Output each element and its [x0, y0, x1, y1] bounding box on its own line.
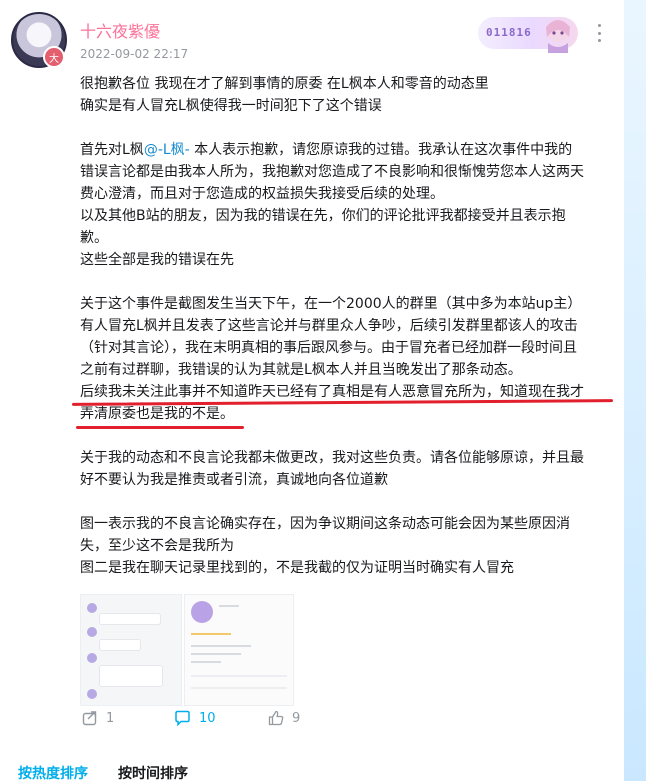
fan-badge[interactable]: 011816 — [478, 17, 578, 53]
content-line: 图二是我在聊天记录里找到的，不是我截的仅为证明当时确实有人冒充 — [80, 560, 514, 576]
fan-badge-character-icon — [546, 20, 570, 53]
share-count: 1 — [106, 710, 115, 726]
mention-suffix: 本人表示抱歉，请您原谅我的过错。我承认在这次事件中我的 — [189, 142, 573, 158]
like-icon — [268, 710, 284, 726]
content-line: 关于这个事件是截图发生当天下午，在一个2000人的群里（其中多为本站up主） — [80, 296, 582, 312]
content-line: 歉。 — [80, 230, 108, 246]
like-button[interactable]: 9 — [268, 710, 300, 726]
mention-link[interactable]: @-L枫- — [144, 142, 190, 158]
timestamp[interactable]: 2022-09-02 22:17 — [80, 47, 188, 61]
more-icon[interactable] — [592, 24, 606, 42]
post-image-2[interactable] — [184, 594, 294, 706]
content-line: 失，至少这不会是我所为 — [80, 538, 234, 554]
post-image-1[interactable] — [80, 594, 182, 706]
content-line: 好不要认为我是推责或者引流，真诚地向各位道歉 — [80, 472, 388, 488]
tab-sort-hot[interactable]: 按热度排序 — [18, 763, 88, 783]
like-count: 9 — [292, 710, 301, 726]
fan-badge-number: 011816 — [486, 26, 532, 39]
post-content: 很抱歉各位 我现在才了解到事情的原委 在L枫本人和零音的动态里 确实是有人冒充L… — [80, 73, 618, 579]
content-line: 有人冒充L枫并且发表了这些言论并与群里众人争吵，后续引发群里都该人的攻击 — [80, 318, 578, 334]
comment-button[interactable]: 10 — [174, 710, 216, 726]
username[interactable]: 十六夜紫優 — [80, 18, 160, 42]
content-line: 之前有过群聊，我错误的认为其就是L枫本人并且当晚发出了那条动态。 — [80, 362, 522, 378]
comment-count: 10 — [199, 710, 216, 726]
content-line: 弄清原委也是我的不是。 — [80, 406, 234, 422]
content-line: 很抱歉各位 我现在才了解到事情的原委 在L枫本人和零音的动态里 — [80, 76, 489, 92]
content-line: 确实是有人冒充L枫使得我一时间犯下了这个错误 — [80, 98, 382, 114]
avatar-badge: 大 — [43, 46, 65, 68]
highlight-underline — [76, 426, 244, 429]
page-side-background — [624, 0, 646, 781]
content-line: 以及其他B站的朋友，因为我的错误在先，你们的评论批评我都接受并且表示抱 — [80, 208, 566, 224]
content-line: 错误言论都是由我本人所为，我抱歉对您造成了不良影响和很惭愧劳您本人这两天 — [80, 164, 584, 180]
content-line: 图一表示我的不良言论确实存在，因为争议期间这条动态可能会因为某些原因消 — [80, 516, 570, 532]
content-line: 费心澄清，而且对于您造成的权益损失我接受后续的处理。 — [80, 186, 444, 202]
content-line: （针对其言论），我在末明真相的事后跟风参与。由于冒充者已经加群一段时间且 — [80, 340, 577, 356]
mention-prefix: 首先对L枫 — [80, 142, 144, 158]
content-line: 关于我的动态和不良言论我都未做更改，我对这些负责。请各位能够原谅，并且最 — [80, 450, 584, 466]
share-icon — [82, 711, 97, 726]
content-line: 首先对L枫@-L枫- 本人表示抱歉，请您原谅我的过错。我承认在这次事件中我的 — [80, 139, 618, 161]
content-line: 这些全部是我的错误在先 — [80, 252, 234, 268]
comment-icon — [175, 710, 190, 726]
share-button[interactable]: 1 — [82, 710, 114, 726]
tab-sort-time[interactable]: 按时间排序 — [118, 763, 188, 783]
